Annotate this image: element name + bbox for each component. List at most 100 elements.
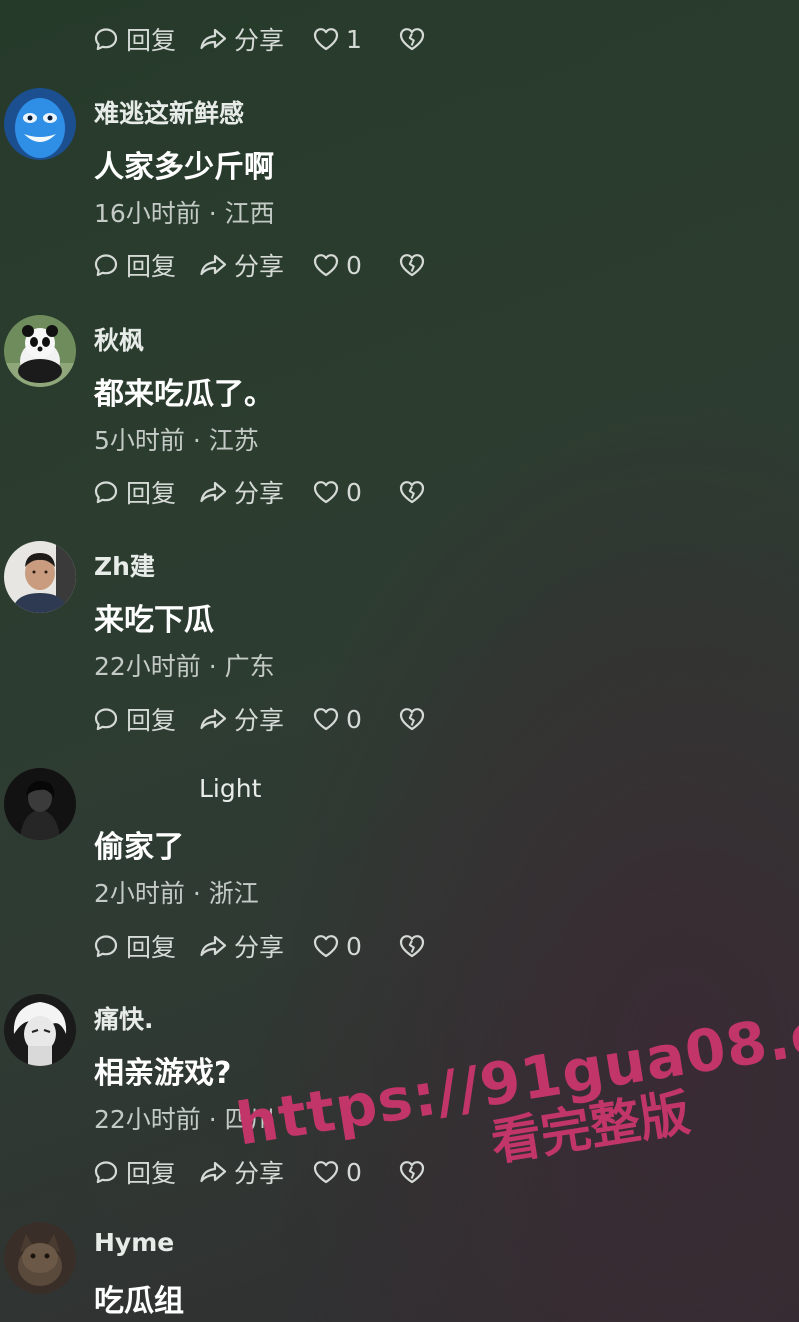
like-button[interactable]: 0: [312, 932, 398, 961]
anime-sketch-avatar: [4, 994, 76, 1066]
action-row: 回复 分享 0: [92, 926, 426, 966]
dislike-button[interactable]: [398, 933, 426, 959]
username[interactable]: Light: [199, 774, 261, 803]
comment-meta: 22小时前 · 四川: [94, 1105, 275, 1134]
broken-heart-icon: [398, 479, 426, 505]
share-label: 分享: [234, 26, 285, 55]
reply-icon: [92, 25, 120, 53]
share-icon: [198, 25, 228, 53]
dislike-button[interactable]: [398, 479, 426, 505]
share-button[interactable]: 分享: [198, 701, 312, 737]
action-row: 回复 分享 0: [92, 699, 426, 739]
broken-heart-icon: [398, 706, 426, 732]
share-button[interactable]: 分享: [198, 474, 312, 510]
comment-text: 来吃下瓜: [94, 603, 214, 638]
dark-figure-avatar: [4, 768, 76, 840]
share-icon: [198, 705, 228, 733]
share-button[interactable]: 分享: [198, 928, 312, 964]
like-count: 0: [346, 250, 362, 280]
cat-avatar: [4, 1222, 76, 1294]
dislike-button[interactable]: [398, 1159, 426, 1185]
reply-label: 回复: [126, 1159, 177, 1188]
watermark-url: https://91gua08.com: [231, 982, 799, 1159]
reply-button[interactable]: 回复: [92, 928, 198, 964]
comment-text: 人家多少斤啊: [94, 150, 274, 185]
like-count: 0: [346, 931, 362, 961]
reply-button[interactable]: 回复: [92, 247, 198, 283]
broken-heart-icon: [398, 26, 426, 52]
username[interactable]: Hyme: [94, 1228, 174, 1257]
heart-icon: [312, 706, 340, 732]
reply-icon: [92, 705, 120, 733]
comment-text: 偷家了: [94, 830, 184, 865]
heart-icon: [312, 1159, 340, 1185]
avatar[interactable]: [4, 541, 76, 613]
like-button[interactable]: 0: [312, 478, 398, 507]
username[interactable]: 难逃这新鲜感: [94, 94, 244, 130]
share-button[interactable]: 分享: [198, 247, 312, 283]
comment-meta: 22小时前 · 广东: [94, 652, 275, 681]
like-count: 0: [346, 704, 362, 734]
reply-button[interactable]: 回复: [92, 1154, 198, 1190]
man-photo-avatar: [4, 541, 76, 613]
share-button[interactable]: 分享: [198, 21, 312, 57]
share-label: 分享: [234, 706, 285, 735]
reply-icon: [92, 1158, 120, 1186]
comment-meta: 5小时前 · 江苏: [94, 426, 259, 455]
share-icon: [198, 478, 228, 506]
reply-button[interactable]: 回复: [92, 474, 198, 510]
share-icon: [198, 1158, 228, 1186]
share-label: 分享: [234, 252, 285, 281]
share-label: 分享: [234, 479, 285, 508]
username[interactable]: 痛快.: [94, 1000, 154, 1036]
reply-button[interactable]: 回复: [92, 21, 198, 57]
avatar[interactable]: [4, 315, 76, 387]
comment-text: 相亲游戏?: [94, 1056, 232, 1091]
like-count: 0: [346, 1157, 362, 1187]
like-count: 0: [346, 477, 362, 507]
avatar[interactable]: [4, 994, 76, 1066]
heart-icon: [312, 26, 340, 52]
like-button[interactable]: 1: [312, 25, 398, 54]
dislike-button[interactable]: [398, 252, 426, 278]
broken-heart-icon: [398, 1159, 426, 1185]
like-button[interactable]: 0: [312, 1158, 398, 1187]
broken-heart-icon: [398, 933, 426, 959]
like-button[interactable]: 0: [312, 705, 398, 734]
heart-icon: [312, 252, 340, 278]
reply-button[interactable]: 回复: [92, 701, 198, 737]
reply-icon: [92, 251, 120, 279]
reply-label: 回复: [126, 706, 177, 735]
action-row: 回复 分享 1: [92, 19, 426, 59]
action-row: 回复 分享 0: [92, 245, 426, 285]
heart-icon: [312, 933, 340, 959]
panda-avatar: [4, 315, 76, 387]
share-label: 分享: [234, 933, 285, 962]
comment-text: 吃瓜组: [94, 1284, 184, 1319]
reply-label: 回复: [126, 933, 177, 962]
reply-label: 回复: [126, 252, 177, 281]
reply-icon: [92, 932, 120, 960]
share-icon: [198, 932, 228, 960]
share-icon: [198, 251, 228, 279]
reply-icon: [92, 478, 120, 506]
dislike-button[interactable]: [398, 26, 426, 52]
share-button[interactable]: 分享: [198, 1154, 312, 1190]
comment-text: 都来吃瓜了。: [94, 377, 274, 412]
avatar[interactable]: [4, 1222, 76, 1294]
username[interactable]: Zh建: [94, 547, 155, 583]
comment-meta: 16小时前 · 江西: [94, 199, 275, 228]
comment-meta: 2小时前 · 浙江: [94, 879, 259, 908]
like-count: 1: [346, 24, 362, 54]
action-row: 回复 分享 0: [92, 1152, 426, 1192]
action-row: 回复 分享 0: [92, 472, 426, 512]
reply-label: 回复: [126, 26, 177, 55]
like-button[interactable]: 0: [312, 251, 398, 280]
avatar[interactable]: [4, 768, 76, 840]
avatar[interactable]: [4, 88, 76, 160]
share-label: 分享: [234, 1159, 285, 1188]
username[interactable]: 秋枫: [94, 321, 144, 357]
broken-heart-icon: [398, 252, 426, 278]
heart-icon: [312, 479, 340, 505]
dislike-button[interactable]: [398, 706, 426, 732]
